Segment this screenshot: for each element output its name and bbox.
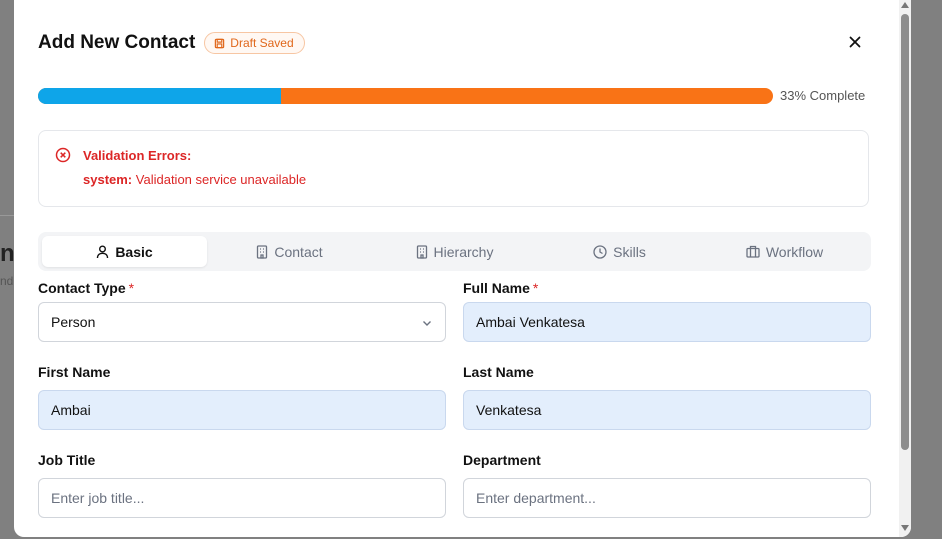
required-marker: * — [128, 280, 135, 296]
tab-label: Hierarchy — [433, 243, 494, 260]
tab-label: Workflow — [765, 243, 824, 260]
job-title-placeholder: Enter job title... — [51, 490, 145, 506]
draft-saved-badge: Draft Saved — [204, 32, 305, 54]
first-name-label: First Name — [38, 364, 111, 380]
department-input[interactable]: Enter department... — [463, 478, 871, 518]
briefcase-icon — [746, 245, 760, 258]
required-marker: * — [532, 280, 539, 296]
add-contact-modal: Add New Contact Draft Saved 33% Complete… — [14, 0, 911, 537]
building-icon — [416, 244, 427, 259]
close-icon — [849, 36, 861, 48]
background-text-fragment: nd — [0, 274, 14, 288]
first-name-value: Ambai — [51, 402, 91, 418]
progress-bar-fill — [38, 88, 281, 104]
tab-skills[interactable]: Skills — [537, 236, 702, 267]
modal-header: Add New Contact Draft Saved — [38, 30, 305, 56]
alert-title: Validation Errors: — [83, 148, 192, 163]
tab-label: Skills — [613, 243, 646, 260]
last-name-label: Last Name — [463, 364, 534, 380]
validation-alert: Validation Errors: system: Validation se… — [38, 130, 869, 207]
tab-label: Basic — [115, 243, 153, 260]
progress-label: 33% Complete — [780, 88, 866, 103]
alert-message-line: system: Validation service unavailable — [83, 172, 306, 187]
background-heading-fragment: n — [0, 240, 15, 267]
progress-bar — [38, 88, 773, 104]
job-title-label: Job Title — [38, 452, 96, 468]
form-tabs: Basic Contact Hierarchy Skills Workflow — [38, 232, 871, 271]
full-name-input[interactable]: Ambai Venkatesa — [463, 302, 871, 342]
tab-hierarchy[interactable]: Hierarchy — [372, 236, 537, 267]
x-circle-icon — [55, 147, 71, 163]
tab-contact[interactable]: Contact — [207, 236, 372, 267]
last-name-input[interactable]: Venkatesa — [463, 390, 871, 430]
modal-title: Add New Contact — [38, 32, 196, 53]
tab-basic[interactable]: Basic — [42, 236, 207, 267]
contact-type-label: Contact Type * — [38, 280, 134, 296]
full-name-value: Ambai Venkatesa — [476, 314, 585, 330]
alert-message: Validation service unavailable — [135, 172, 307, 187]
label-text: Full Name — [463, 280, 530, 296]
contact-type-value: Person — [51, 314, 96, 330]
last-name-value: Venkatesa — [476, 402, 542, 418]
save-icon — [215, 38, 225, 48]
scroll-up-arrow-icon[interactable] — [901, 2, 909, 8]
first-name-input[interactable]: Ambai — [38, 390, 446, 430]
label-text: Contact Type — [38, 280, 126, 296]
user-icon — [97, 245, 109, 258]
tab-label: Contact — [274, 243, 323, 260]
tab-workflow[interactable]: Workflow — [702, 236, 867, 267]
clock-icon — [593, 244, 607, 259]
contact-type-select[interactable]: Person — [38, 302, 446, 342]
draft-badge-label: Draft Saved — [230, 36, 294, 50]
scroll-thumb[interactable] — [901, 14, 909, 450]
department-placeholder: Enter department... — [476, 490, 596, 506]
close-button[interactable] — [846, 33, 864, 51]
scroll-down-arrow-icon[interactable] — [901, 525, 909, 531]
building-icon — [257, 244, 268, 259]
job-title-input[interactable]: Enter job title... — [38, 478, 446, 518]
full-name-label: Full Name * — [463, 280, 538, 296]
modal-scrollbar[interactable] — [899, 0, 911, 537]
alert-key: system: — [83, 172, 133, 187]
chevron-down-icon — [423, 321, 431, 326]
department-label: Department — [463, 452, 541, 468]
